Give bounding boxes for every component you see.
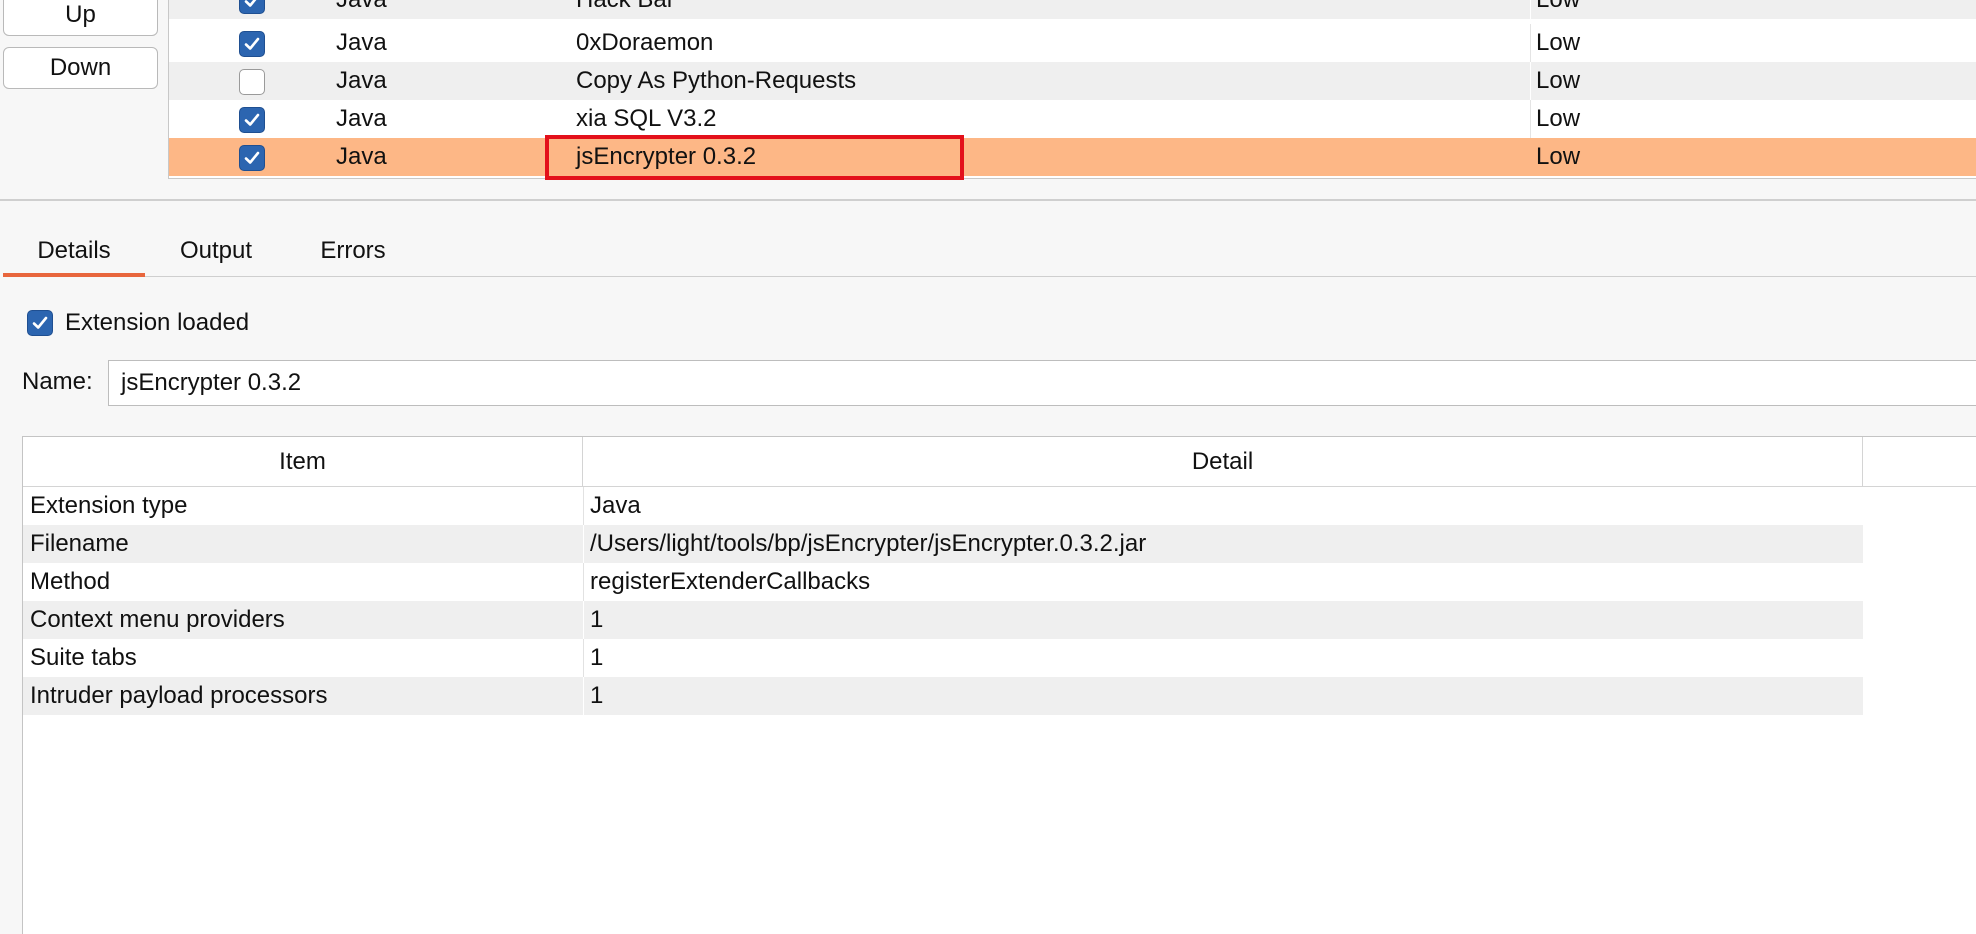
row-detail: 1 [590,682,604,709]
tab-output[interactable]: Output [150,230,282,278]
extension-loaded-checkbox[interactable] [27,310,53,336]
extension-impact: Low [1536,29,1581,56]
column-header-item[interactable]: Item [23,437,583,486]
row-detail: Java [590,492,641,519]
active-tab-indicator [3,273,145,277]
extension-type: Java [336,105,387,132]
row-detail: 1 [590,606,604,633]
table-header: Item Detail [23,437,1976,487]
extensions-table: Java Hack Bar Low Java 0xDoraemon Low Ja… [168,0,1976,179]
table-row[interactable]: Method registerExtenderCallbacks [23,563,1863,601]
extension-details-table: Item Detail Extension type Java Filename… [22,436,1976,934]
loaded-checkbox[interactable] [239,0,265,14]
table-row[interactable]: Java Hack Bar Low [169,0,1976,19]
extension-impact: Low [1536,67,1581,94]
tab-details[interactable]: Details [3,230,145,278]
move-down-button[interactable]: Down [3,47,158,89]
extensions-panel: Up Down Java Hack Bar Low Java 0xDoraemo… [0,0,1976,198]
row-item: Extension type [30,492,188,519]
extension-impact: Low [1536,105,1581,132]
row-item: Method [30,568,111,595]
table-row[interactable]: Filename /Users/light/tools/bp/jsEncrypt… [23,525,1863,563]
row-detail: /Users/light/tools/bp/jsEncrypter/jsEncr… [590,530,1147,557]
loaded-checkbox[interactable] [239,107,265,133]
row-detail: registerExtenderCallbacks [590,568,871,595]
row-item: Context menu providers [30,606,285,633]
extension-name: 0xDoraemon [576,29,714,56]
table-row-selected[interactable]: Java jsEncrypter 0.3.2 Low [169,138,1976,176]
extension-type: Java [336,67,387,94]
name-field[interactable]: jsEncrypter 0.3.2 [108,360,1976,406]
table-row[interactable]: Java 0xDoraemon Low [169,24,1976,62]
extension-impact: Low [1536,0,1580,19]
table-row[interactable]: Intruder payload processors 1 [23,677,1863,715]
table-row[interactable]: Java Copy As Python-Requests Low [169,62,1976,100]
extension-name: Copy As Python-Requests [576,67,857,94]
extension-loaded-label: Extension loaded [65,309,250,336]
name-label: Name: [22,368,93,395]
row-item: Suite tabs [30,644,137,671]
row-item: Intruder payload processors [30,682,328,709]
details-tabs: Details Output Errors [0,230,1976,278]
extension-name: jsEncrypter 0.3.2 [576,143,757,170]
row-detail: 1 [590,644,604,671]
row-item: Filename [30,530,129,557]
move-up-button[interactable]: Up [3,0,158,36]
extension-name: xia SQL V3.2 [576,105,717,132]
extension-name: Hack Bar [576,0,675,19]
table-row[interactable]: Extension type Java [23,487,1863,525]
extension-impact: Low [1536,143,1581,170]
extension-type: Java [336,29,387,56]
tab-errors[interactable]: Errors [290,230,416,278]
tabs-divider [145,276,1976,277]
loaded-checkbox[interactable] [239,31,265,57]
column-header-detail[interactable]: Detail [583,437,1863,486]
loaded-checkbox[interactable] [239,145,265,171]
extension-type: Java [336,143,387,170]
table-row[interactable]: Java xia SQL V3.2 Low [169,100,1976,138]
extension-type: Java [336,0,387,19]
table-row[interactable]: Suite tabs 1 [23,639,1863,677]
table-row[interactable]: Context menu providers 1 [23,601,1863,639]
loaded-checkbox[interactable] [239,69,265,95]
panel-divider[interactable] [0,199,1976,201]
